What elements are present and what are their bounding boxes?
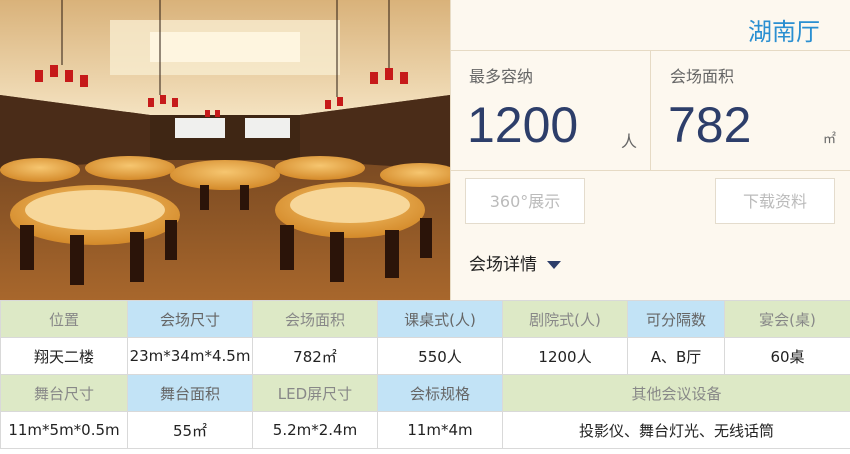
table-row: 位置 会场尺寸 会场面积 课桌式(人) 剧院式(人) 可分隔数 宴会(桌) xyxy=(0,300,850,338)
cell-stage-size: 11m*5m*0.5m xyxy=(0,411,128,449)
divider xyxy=(650,50,651,170)
header-venue-size: 会场尺寸 xyxy=(127,300,253,338)
header-led-size: LED屏尺寸 xyxy=(252,374,378,412)
cell-other-equipment: 投影仪、舞台灯光、无线话筒 xyxy=(502,411,850,449)
header-stage-area: 舞台面积 xyxy=(127,374,253,412)
area-unit: ㎡ xyxy=(823,132,837,147)
cell-partitions: A、B厅 xyxy=(627,337,725,375)
hall-details-toggle[interactable]: 会场详情 xyxy=(469,250,561,275)
download-button[interactable]: 下载资料 xyxy=(715,178,835,224)
header-theater: 剧院式(人) xyxy=(502,300,628,338)
header-stage-size: 舞台尺寸 xyxy=(0,374,128,412)
header-banquet: 宴会(桌) xyxy=(724,300,850,338)
hall-name: 湖南厅 xyxy=(748,18,820,46)
cell-classroom: 550人 xyxy=(377,337,503,375)
header-banner-size: 会标规格 xyxy=(377,374,503,412)
hall-info-panel: 湖南厅 最多容纳 1200 人 会场面积 782 ㎡ 360°展示 下载资料 会… xyxy=(450,0,850,300)
table-row: 舞台尺寸 舞台面积 LED屏尺寸 会标规格 其他会议设备 xyxy=(0,374,850,412)
banquet-hall-photo xyxy=(0,0,450,300)
table-row: 11m*5m*0.5m 55㎡ 5.2m*2.4m 11m*4m 投影仪、舞台灯… xyxy=(0,411,850,449)
header-location: 位置 xyxy=(0,300,128,338)
capacity-label: 最多容纳 xyxy=(469,67,534,86)
header-partitions: 可分隔数 xyxy=(627,300,725,338)
cell-stage-area: 55㎡ xyxy=(127,411,253,449)
header-classroom: 课桌式(人) xyxy=(377,300,503,338)
cell-venue-size: 23m*34m*4.5m xyxy=(127,337,253,375)
hall-overview: 湖南厅 最多容纳 1200 人 会场面积 782 ㎡ 360°展示 下载资料 会… xyxy=(0,0,850,300)
capacity-unit: 人 xyxy=(621,132,638,151)
area-value: 782 xyxy=(668,97,752,153)
hall-spec-table: 位置 会场尺寸 会场面积 课桌式(人) 剧院式(人) 可分隔数 宴会(桌) 翔天… xyxy=(0,300,850,449)
cell-banner-size: 11m*4m xyxy=(377,411,503,449)
header-other-equipment: 其他会议设备 xyxy=(502,374,850,412)
caret-down-icon xyxy=(547,261,561,269)
area-label: 会场面积 xyxy=(670,67,735,86)
cell-banquet: 60桌 xyxy=(724,337,850,375)
divider xyxy=(451,170,850,171)
view-360-button[interactable]: 360°展示 xyxy=(465,178,585,224)
cell-led-size: 5.2m*2.4m xyxy=(252,411,378,449)
table-row: 翔天二楼 23m*34m*4.5m 782㎡ 550人 1200人 A、B厅 6… xyxy=(0,337,850,375)
capacity-value: 1200 xyxy=(467,97,579,153)
cell-location: 翔天二楼 xyxy=(0,337,128,375)
header-venue-area: 会场面积 xyxy=(252,300,378,338)
cell-venue-area: 782㎡ xyxy=(252,337,378,375)
hall-details-label: 会场详情 xyxy=(469,255,537,275)
cell-theater: 1200人 xyxy=(502,337,628,375)
